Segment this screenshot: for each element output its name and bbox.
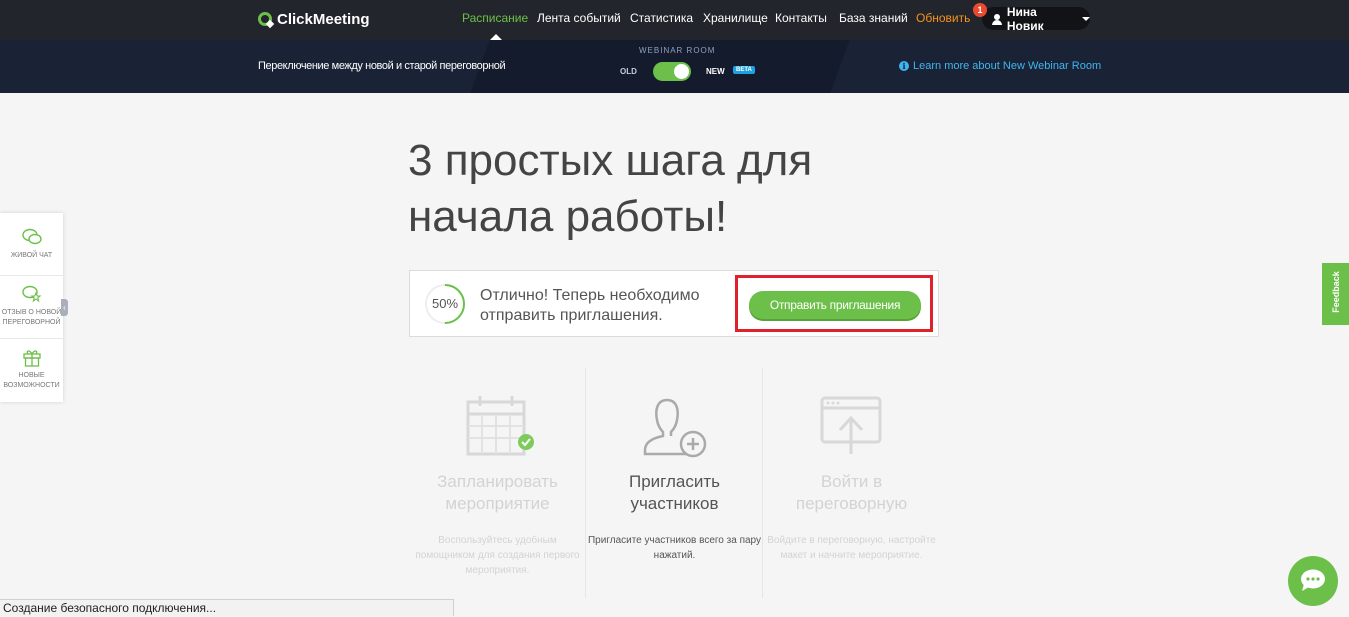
calendar-check-icon bbox=[466, 396, 534, 456]
step-description: Войдите в переговорную, настройте макет … bbox=[767, 535, 936, 561]
feedback-tab-label: Feedback bbox=[1331, 271, 1341, 313]
notification-badge[interactable]: 1 bbox=[973, 3, 987, 17]
room-version-toggle[interactable] bbox=[653, 62, 691, 81]
logo-mark-icon bbox=[258, 12, 272, 26]
top-navbar: ClickMeeting Расписание Лента событий Ст… bbox=[0, 0, 1349, 40]
page-title: 3 простых шага для начала работы! bbox=[408, 136, 813, 241]
side-widget-divider bbox=[0, 275, 63, 276]
new-label: NEW bbox=[706, 67, 725, 76]
gift-icon bbox=[22, 350, 41, 367]
user-menu[interactable]: Нина Новик bbox=[982, 4, 1090, 33]
chat-icon bbox=[1301, 569, 1325, 591]
info-icon: i bbox=[899, 61, 909, 71]
chevron-down-icon bbox=[1082, 16, 1090, 21]
user-icon bbox=[992, 13, 1002, 25]
step-description: Воспользуйтесь удобным помощником для со… bbox=[415, 535, 580, 576]
send-invitations-button[interactable]: Отправить приглашения bbox=[749, 291, 921, 319]
learn-more-text: Learn more about New Webinar Room bbox=[913, 60, 1102, 72]
webinar-room-banner: Переключение между новой и старой перего… bbox=[0, 40, 1349, 93]
step-invite[interactable]: Пригласить участников Пригласите участни… bbox=[586, 394, 763, 563]
chat-bubbles-icon bbox=[21, 228, 42, 245]
step-schedule[interactable]: Запланировать мероприятие Воспользуйтесь… bbox=[409, 394, 586, 578]
old-label: OLD bbox=[620, 67, 637, 76]
side-widget: ЖИВОЙ ЧАТ ОТЗЫВ О НОВОЙ ПЕРЕГОВОРНОЙ НОВ… bbox=[0, 213, 63, 402]
learn-more-link[interactable]: i Learn more about New Webinar Room bbox=[899, 60, 1101, 72]
logo-text: ClickMeeting bbox=[277, 10, 370, 28]
progress-message: Отлично! Теперь необходимо отправить при… bbox=[480, 287, 700, 324]
progress-value: 50% bbox=[431, 296, 459, 311]
nav-event-feed[interactable]: Лента событий bbox=[537, 11, 621, 25]
highlight-box: Отправить приглашения bbox=[735, 275, 933, 332]
progress-ring: 50% bbox=[424, 283, 466, 325]
step-enter-room[interactable]: Войти в переговорную Войдите в переговор… bbox=[763, 394, 940, 563]
side-widget-label: ЖИВОЙ ЧАТ bbox=[10, 252, 53, 259]
feedback-tab[interactable]: Feedback bbox=[1322, 263, 1349, 325]
side-widget-divider bbox=[0, 338, 63, 339]
step-description: Пригласите участников всего за пару нажа… bbox=[587, 535, 762, 561]
progress-card: 50% Отлично! Теперь необходимо отправить… bbox=[409, 270, 939, 337]
live-chat-button[interactable] bbox=[1288, 556, 1338, 606]
toggle-knob bbox=[674, 64, 689, 79]
side-widget-label: ОТЗЫВ О НОВОЙ ПЕРЕГОВОРНОЙ bbox=[1, 309, 62, 326]
enter-room-icon bbox=[820, 396, 881, 454]
nav-statistics[interactable]: Статистика bbox=[630, 11, 693, 25]
room-switch-text: Переключение между новой и старой перего… bbox=[258, 60, 506, 72]
add-participant-icon bbox=[643, 398, 706, 458]
clickmeeting-logo[interactable]: ClickMeeting bbox=[258, 8, 370, 30]
step-title: Войти в переговорную bbox=[795, 472, 908, 513]
collapse-widget-button[interactable]: ‹ bbox=[61, 299, 68, 316]
step-title: Пригласить участников bbox=[628, 472, 720, 513]
browser-status-bar: Создание безопасного подключения... bbox=[0, 599, 454, 616]
side-widget-label: НОВЫЕ ВОЗМОЖНОСТИ bbox=[3, 372, 60, 389]
webinar-room-label: WEBINAR ROOM bbox=[639, 46, 716, 55]
nav-schedule[interactable]: Расписание bbox=[462, 11, 528, 25]
new-features-item[interactable]: НОВЫЕ ВОЗМОЖНОСТИ bbox=[0, 347, 63, 391]
feedback-new-room-item[interactable]: ОТЗЫВ О НОВОЙ ПЕРЕГОВОРНОЙ bbox=[0, 284, 63, 328]
step-title: Запланировать мероприятие bbox=[437, 472, 558, 513]
nav-storage[interactable]: Хранилище bbox=[703, 11, 768, 25]
nav-contacts[interactable]: Контакты bbox=[775, 11, 827, 25]
nav-update[interactable]: Обновить bbox=[916, 11, 970, 25]
live-chat-item[interactable]: ЖИВОЙ ЧАТ bbox=[0, 227, 63, 261]
user-name: Нина Новик bbox=[1006, 4, 1044, 33]
beta-badge: BETA bbox=[733, 66, 755, 74]
nav-knowledge-base[interactable]: База знаний bbox=[839, 11, 908, 25]
chat-star-icon bbox=[21, 285, 42, 303]
